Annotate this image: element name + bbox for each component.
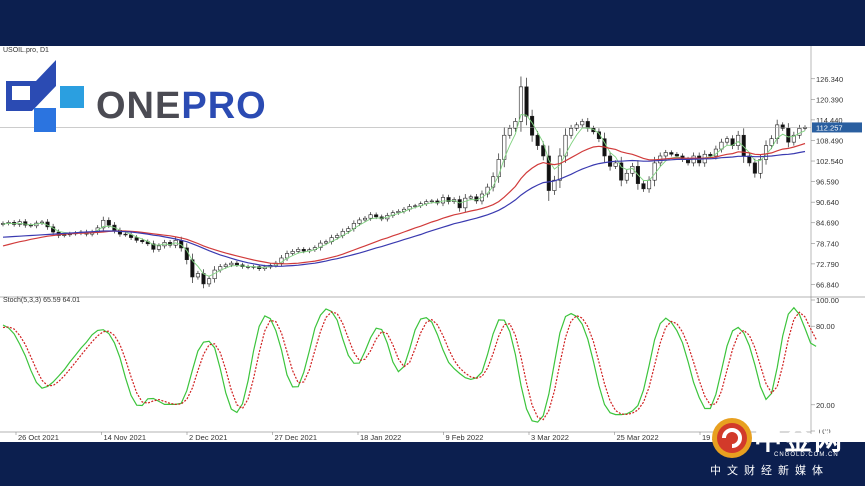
- price-tick-label: 126.340: [816, 75, 843, 84]
- price-tick-label: 96.590: [816, 178, 839, 187]
- price-tick-label: 102.540: [816, 157, 843, 166]
- candle-bear: [780, 124, 785, 129]
- moving-average-line-ma-fast: [2, 114, 806, 277]
- candle-bull: [335, 235, 340, 238]
- time-tick-label: 14 Nov 2021: [104, 433, 147, 442]
- price-tick-label: 78.740: [816, 239, 839, 248]
- candle-bear: [28, 224, 33, 227]
- price-tick-label: 84.690: [816, 219, 839, 228]
- time-tick-label: 26 Oct 2021: [18, 433, 59, 442]
- stoch-k-line: [2, 306, 817, 423]
- candle-bull: [758, 159, 763, 174]
- candle-bull: [552, 179, 557, 191]
- candle-bull: [357, 219, 362, 224]
- candle-bull: [507, 128, 512, 136]
- candle-bear: [786, 128, 791, 143]
- candle-bull: [613, 162, 618, 167]
- candle-bull: [736, 134, 741, 146]
- stoch-tick-label: 80.00: [816, 322, 835, 331]
- candle-bear: [301, 249, 306, 252]
- candle-bull: [580, 121, 585, 126]
- current-price-label: 112.257: [816, 123, 843, 132]
- candle-bull: [663, 152, 668, 157]
- candle-bear: [123, 233, 128, 236]
- candle-bull: [468, 196, 473, 199]
- price-tick-label: 108.490: [816, 136, 843, 145]
- candle-bear: [752, 162, 757, 174]
- candle-bull: [324, 241, 329, 244]
- candle-bull: [346, 228, 351, 232]
- candle-bull: [195, 273, 200, 278]
- candle-bear: [457, 199, 462, 209]
- candle-bear: [674, 153, 679, 157]
- cngold-coin-icon: [712, 418, 752, 458]
- candle-bull: [647, 179, 652, 190]
- candle-bull: [290, 251, 295, 254]
- candle-bear: [106, 219, 111, 226]
- candle-bull: [207, 278, 212, 285]
- candle-bull: [413, 205, 418, 207]
- candle-bull: [557, 155, 562, 181]
- candle-bear: [641, 183, 646, 190]
- time-tick-label: 18 Jan 2022: [360, 433, 401, 442]
- candle-bull: [396, 211, 401, 213]
- candle-bear: [374, 214, 379, 218]
- candle-bull: [569, 128, 574, 136]
- time-tick-label: 27 Dec 2021: [275, 433, 318, 442]
- candle-bull: [624, 172, 629, 181]
- stoch-tick-label: 100.00: [816, 296, 839, 305]
- candle-bull: [229, 262, 234, 266]
- candle-bull: [429, 200, 434, 203]
- price-tick-label: 66.840: [816, 280, 839, 289]
- price-tick-label: 90.640: [816, 198, 839, 207]
- candle-bull: [223, 264, 228, 267]
- candle-bull: [463, 197, 468, 209]
- symbol-label: USOIL.pro, D1: [3, 47, 49, 54]
- candle-bull: [368, 214, 373, 219]
- candle-bull: [440, 197, 446, 204]
- price-tick-label: 72.790: [816, 260, 839, 269]
- candle-bull: [62, 234, 67, 236]
- onepro-logo-mark-icon: [6, 60, 84, 132]
- candle-bear: [708, 153, 713, 157]
- chart-frame: 126.340 120.390 114.440 108.490 102.540 96.59…: [0, 46, 865, 442]
- onepro-logo: ONEPRO: [6, 56, 266, 136]
- candle-bear: [669, 152, 674, 155]
- candle-bull: [296, 249, 301, 252]
- logo-text-pro: PRO: [181, 85, 267, 127]
- candle-bear: [546, 155, 551, 191]
- time-tick-label: 3 Mar 2022: [531, 433, 569, 442]
- time-tick-label: 9 Feb 2022: [446, 433, 484, 442]
- candle-bear: [524, 86, 529, 117]
- stoch-d-line: [2, 311, 817, 421]
- candle-bull: [725, 138, 730, 143]
- candle-bull: [362, 217, 368, 221]
- stoch-label: Stoch(5,3,3) 65.59 64.01: [3, 297, 81, 304]
- candle-bull: [574, 124, 579, 129]
- candle-bear: [234, 262, 239, 266]
- onepro-logo-text: ONEPRO: [96, 85, 267, 128]
- candle-bear: [535, 134, 540, 146]
- candle-bear: [140, 240, 145, 243]
- time-tick-label: 2 Dec 2021: [189, 433, 227, 442]
- time-tick-label: 25 Mar 2022: [617, 433, 659, 442]
- stoch-tick-label: 20.00: [816, 401, 835, 410]
- candle-bull: [652, 162, 657, 181]
- price-tick-label: 120.390: [816, 95, 843, 104]
- candle-bear: [134, 237, 139, 241]
- candle-bull: [769, 138, 774, 146]
- candle-bear: [201, 273, 206, 285]
- watermark-url: CNGOLD.COM.CN: [774, 452, 839, 458]
- moving-average-line-ma-mid: [2, 142, 806, 265]
- watermark-subtitle: 中文财经新媒体: [710, 464, 829, 477]
- cngold-watermark: 中金网 CNGOLD.COM.CN 中文财经新媒体: [708, 414, 858, 480]
- candle-bear: [747, 155, 752, 164]
- candle-bull: [156, 245, 161, 250]
- logo-text-one: ONE: [96, 85, 182, 127]
- candle-bull: [775, 124, 780, 140]
